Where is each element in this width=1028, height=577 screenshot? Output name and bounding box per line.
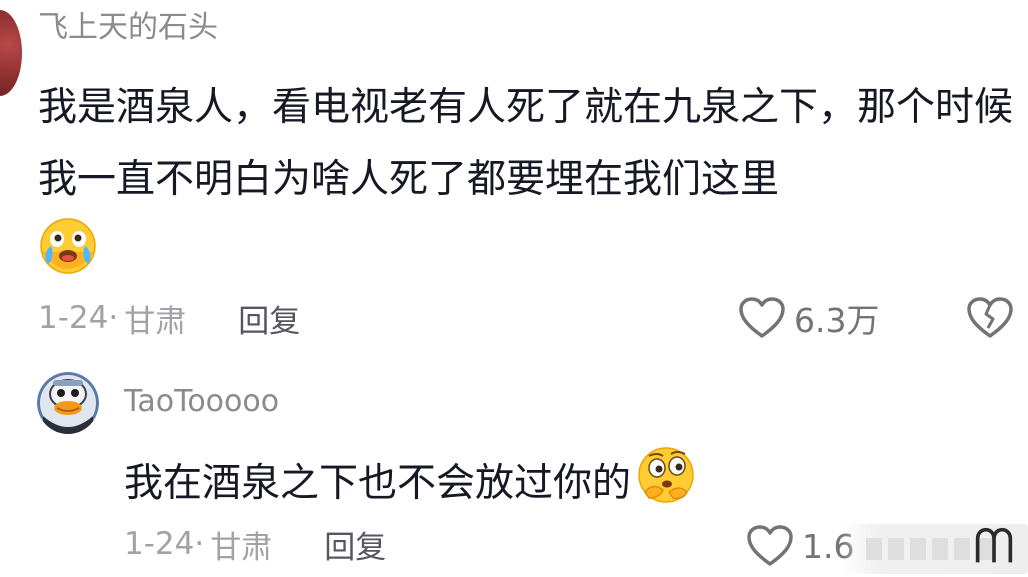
meta-separator: · — [108, 300, 119, 336]
comment-text: 我是酒泉人，看电视老有人死了就在九泉之下，那个时候我一直不明白为啥人死了都要埋在… — [38, 72, 1018, 300]
heart-icon — [746, 524, 794, 568]
comment-location: 甘肃 — [124, 303, 187, 340]
avatar[interactable] — [0, 10, 22, 96]
reply-avatar[interactable] — [37, 372, 99, 434]
reply-reply-button[interactable]: 回复 — [324, 522, 386, 567]
reply-text-body: 我在酒泉之下也不会放过你的 — [124, 461, 632, 506]
meta-separator: · — [194, 526, 205, 562]
reply-dislike-icon[interactable] — [972, 526, 1016, 570]
dislike-icon[interactable] — [966, 296, 1014, 344]
like-button[interactable]: 6.3万 — [738, 296, 879, 340]
comment-username[interactable]: 飞上天的石头 — [38, 8, 218, 48]
reply-location: 甘肃 — [210, 529, 273, 566]
reply-date: 1-24 — [124, 526, 195, 562]
thinking-emoji-icon — [635, 444, 697, 524]
comment-date: 1-24 — [38, 300, 109, 336]
reply-like-button[interactable]: 1.6 — [746, 524, 854, 568]
reply-username[interactable]: TaoTooooo — [124, 382, 279, 422]
reply-meta: 1-24 · 甘肃 回复 — [124, 522, 386, 566]
reply-button[interactable]: 回复 — [238, 296, 300, 341]
comment-meta: 1-24 · 甘肃 回复 — [38, 296, 300, 340]
like-count: 6.3万 — [794, 301, 880, 340]
comment-text-body: 我是酒泉人，看电视老有人死了就在九泉之下，那个时候我一直不明白为啥人死了都要埋在… — [38, 85, 1014, 202]
heart-icon — [738, 296, 786, 340]
reply-text: 我在酒泉之下也不会放过你的 — [124, 444, 697, 524]
crying-laughing-emoji-icon — [38, 216, 98, 300]
